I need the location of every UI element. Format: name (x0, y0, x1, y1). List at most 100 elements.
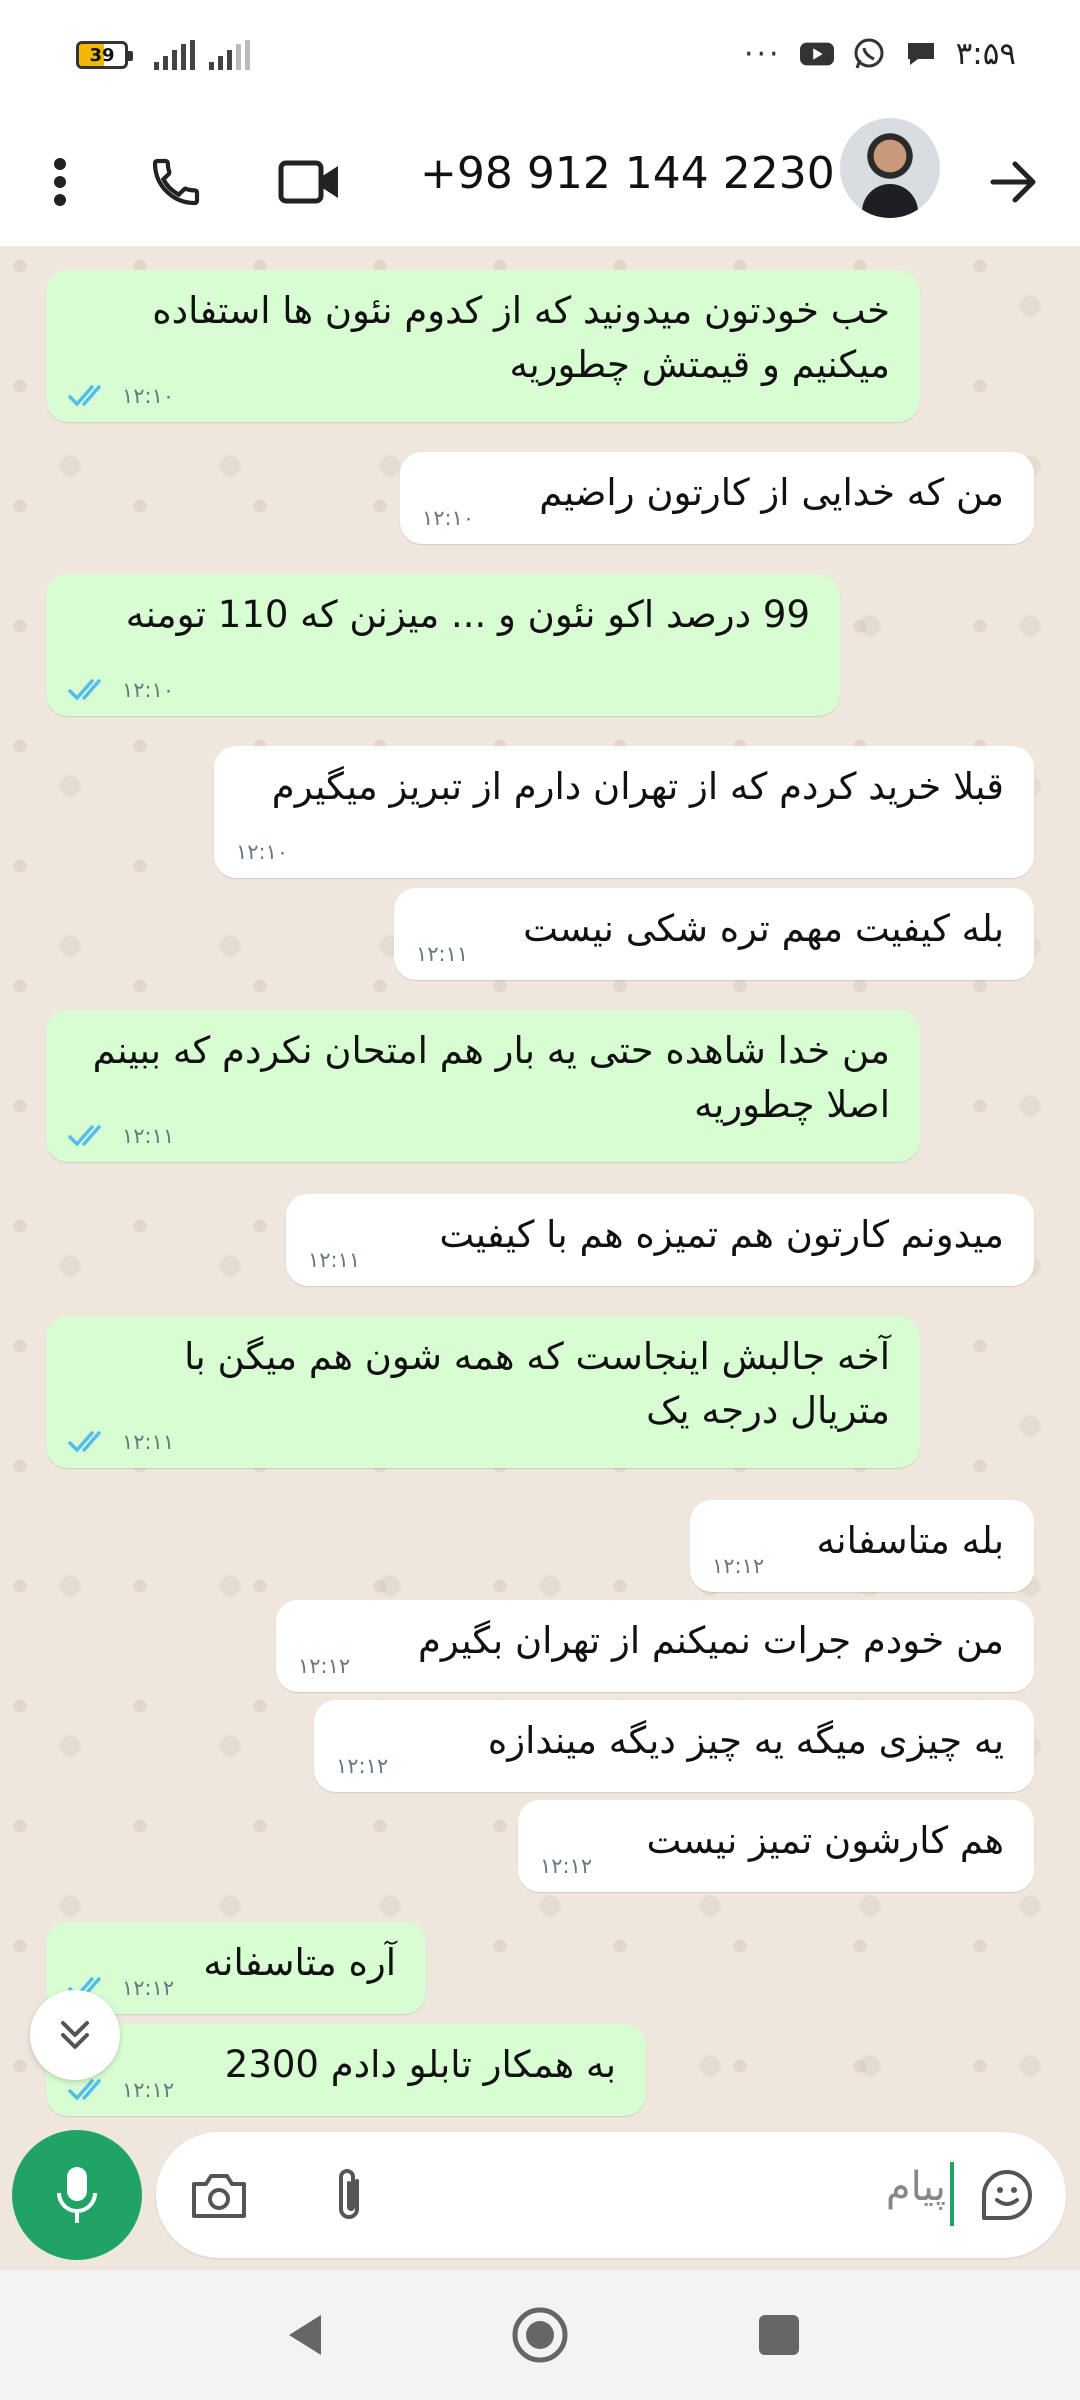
message-bubble-outgoing[interactable]: خب خودتون میدونید که از کدوم نئون ها است… (46, 270, 920, 422)
sticker-button[interactable] (972, 2160, 1042, 2230)
message-time: ۱۲:۱۲ (122, 2078, 175, 2102)
message-meta: ۱۲:۱۱ (68, 1124, 174, 1148)
message-text: میدونم کارتون هم تمیزه هم با کیفیت (439, 1213, 1004, 1256)
read-ticks-icon (68, 2079, 101, 2101)
chat-header: +98 912 144 2230 (0, 118, 1080, 246)
message-time: ۱۲:۱۰ (236, 840, 289, 864)
message-text: آخه جالبش اینجاست که همه شون هم میگن با … (184, 1335, 890, 1432)
nav-back-button[interactable] (270, 2300, 340, 2370)
whatsapp-icon (852, 37, 886, 71)
message-meta: ۱۲:۱۰ (68, 384, 174, 408)
message-text: بله کیفیت مهم تره شکی نیست (523, 907, 1004, 950)
message-meta: ۱۲:۱۲ (336, 1754, 388, 1778)
more-options-button[interactable] (16, 138, 104, 226)
signal-icon (154, 40, 195, 70)
message-time: ۱۲:۱۰ (122, 678, 175, 702)
signal-icon (209, 40, 250, 70)
message-text: من خدا شاهده حتی یه بار هم امتحان نکردم … (92, 1029, 890, 1126)
message-bubble-incoming[interactable]: قبلا خرید کردم که از تهران دارم از تبریز… (214, 746, 1034, 878)
message-meta: ۱۲:۱۰ (236, 840, 288, 864)
message-time: ۱۲:۱۰ (422, 506, 475, 530)
back-button[interactable] (970, 138, 1058, 226)
message-bubble-incoming[interactable]: بله متاسفانه ۱۲:۱۲ (690, 1500, 1034, 1592)
message-meta: ۱۲:۱۲ (540, 1854, 592, 1878)
read-ticks-icon (68, 385, 101, 407)
attach-button[interactable] (314, 2160, 384, 2230)
message-input[interactable]: پیام (156, 2132, 1066, 2258)
read-ticks-icon (68, 1125, 101, 1147)
message-time: ۱۲:۱۱ (308, 1248, 361, 1272)
message-bubble-incoming[interactable]: من خودم جرات نمیکنم از تهران بگیرم ۱۲:۱۲ (276, 1600, 1034, 1692)
message-time: ۱۲:۱۰ (122, 384, 175, 408)
nav-home-button[interactable] (505, 2300, 575, 2370)
message-bubble-outgoing[interactable]: من خدا شاهده حتی یه بار هم امتحان نکردم … (46, 1010, 920, 1162)
video-icon (278, 160, 338, 204)
read-ticks-icon (68, 679, 101, 701)
read-ticks-icon (68, 1431, 101, 1453)
input-bar: پیام (0, 2130, 1080, 2270)
camera-icon (192, 2174, 246, 2218)
battery-level: 39 (89, 44, 115, 66)
message-meta: ۱۲:۱۲ (68, 2078, 174, 2102)
chat-area[interactable]: خب خودتون میدونید که از کدوم نئون ها است… (0, 246, 1080, 2130)
message-bubble-incoming[interactable]: یه چیزی میگه یه چیز دیگه میندازه ۱۲:۱۲ (314, 1700, 1034, 1792)
recents-icon (759, 2315, 799, 2355)
phone-icon (152, 158, 200, 206)
video-call-button[interactable] (266, 138, 354, 226)
message-meta: ۱۲:۱۱ (308, 1248, 360, 1272)
youtube-icon (799, 37, 834, 71)
more-icon (54, 158, 66, 206)
message-text: خب خودتون میدونید که از کدوم نئون ها است… (152, 289, 890, 386)
text-cursor (950, 2162, 954, 2226)
message-bubble-outgoing[interactable]: 99 درصد اکو نئون و ... میزنن که 110 تومن… (46, 574, 840, 716)
status-left: 39 (76, 40, 250, 70)
attach-icon (339, 2169, 359, 2219)
message-time: ۱۲:۱۲ (540, 1854, 593, 1878)
message-meta: ۱۲:۱۱ (416, 942, 468, 966)
message-time: ۱۲:۱۲ (122, 1976, 175, 2000)
avatar[interactable] (840, 118, 940, 218)
message-time: ۱۲:۱۱ (122, 1124, 175, 1148)
message-meta: ۱۲:۱۰ (422, 506, 474, 530)
message-bubble-outgoing[interactable]: به همکار تابلو دادم 2300 ۱۲:۱۲ (46, 2024, 646, 2116)
message-bubble-incoming[interactable]: میدونم کارتون هم تمیزه هم با کیفیت ۱۲:۱۱ (286, 1194, 1034, 1286)
battery-icon: 39 (76, 41, 133, 69)
nav-recents-button[interactable] (744, 2300, 814, 2370)
message-text: من که خدایی از کارتون راضیم (539, 471, 1004, 514)
message-placeholder: پیام (885, 2164, 946, 2210)
camera-button[interactable] (184, 2160, 254, 2230)
message-meta: ۱۲:۱۲ (298, 1654, 350, 1678)
mic-icon (57, 2167, 97, 2223)
message-bubble-outgoing[interactable]: آخه جالبش اینجاست که همه شون هم میگن با … (46, 1316, 920, 1468)
message-text: قبلا خرید کردم که از تهران دارم از تبریز… (271, 765, 1004, 808)
status-right: ··· ۳:۵۹ (744, 36, 1016, 72)
message-time: ۱۲:۱۲ (336, 1754, 389, 1778)
message-meta: ۱۲:۱۱ (68, 1430, 174, 1454)
scroll-down-icon (61, 2021, 89, 2049)
status-time: ۳:۵۹ (955, 36, 1016, 72)
message-bubble-incoming[interactable]: من که خدایی از کارتون راضیم ۱۲:۱۰ (400, 452, 1034, 544)
message-time: ۱۲:۱۲ (712, 1554, 765, 1578)
status-bar: 39 ··· ۳:۵۹ (0, 0, 1080, 118)
message-meta: ۱۲:۱۰ (68, 678, 174, 702)
message-bubble-incoming[interactable]: بله کیفیت مهم تره شکی نیست ۱۲:۱۱ (394, 888, 1034, 980)
message-text: هم کارشون تمیز نیست (646, 1819, 1004, 1862)
voice-record-button[interactable] (12, 2130, 142, 2260)
contact-name[interactable]: +98 912 144 2230 (420, 148, 835, 199)
message-time: ۱۲:۱۲ (298, 1654, 351, 1678)
scroll-to-bottom-button[interactable] (30, 1990, 120, 2080)
chat-icon (904, 37, 938, 71)
more-notifications-indicator: ··· (743, 36, 782, 72)
forward-arrow-icon (990, 161, 1036, 203)
back-icon (289, 2315, 321, 2355)
system-nav-bar (0, 2270, 1080, 2400)
message-text: من خودم جرات نمیکنم از تهران بگیرم (418, 1619, 1004, 1662)
message-text: 99 درصد اکو نئون و ... میزنن که 110 تومن… (125, 593, 810, 636)
message-meta: ۱۲:۱۲ (712, 1554, 764, 1578)
message-bubble-incoming[interactable]: هم کارشون تمیز نیست ۱۲:۱۲ (518, 1800, 1034, 1892)
sticker-icon (982, 2170, 1032, 2220)
message-time: ۱۲:۱۱ (416, 942, 469, 966)
voice-call-button[interactable] (132, 138, 220, 226)
home-icon (512, 2307, 568, 2363)
message-time: ۱۲:۱۱ (122, 1430, 175, 1454)
